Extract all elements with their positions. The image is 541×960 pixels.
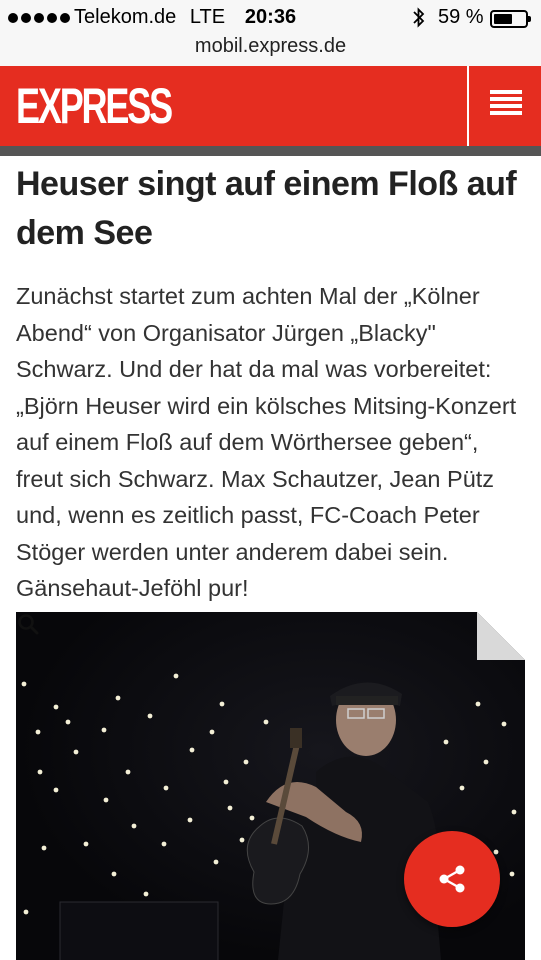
menu-button[interactable]: [470, 66, 541, 146]
battery-icon: [490, 10, 531, 28]
address-bar-url[interactable]: mobil.express.de: [0, 35, 541, 58]
magnify-icon[interactable]: [16, 612, 42, 638]
battery-percent: 59 %: [438, 6, 484, 28]
header-divider: [467, 66, 469, 146]
site-header: EXPRESS: [0, 66, 541, 146]
share-icon: [439, 865, 465, 893]
hamburger-menu-icon: [490, 90, 522, 118]
header-separator: [0, 146, 541, 156]
share-button[interactable]: [404, 831, 500, 927]
zoom-corner-mask: [477, 612, 525, 660]
bluetooth-icon: [413, 7, 425, 28]
article-body: Zunächst startet zum achten Mal der „Köl…: [16, 283, 517, 601]
express-logo[interactable]: EXPRESS: [16, 78, 173, 134]
article-headline: Heuser singt auf einem Floß auf dem See: [16, 165, 517, 252]
status-bar: Telekom.de LTE 20:36 59 % mobil.express.…: [0, 0, 541, 66]
